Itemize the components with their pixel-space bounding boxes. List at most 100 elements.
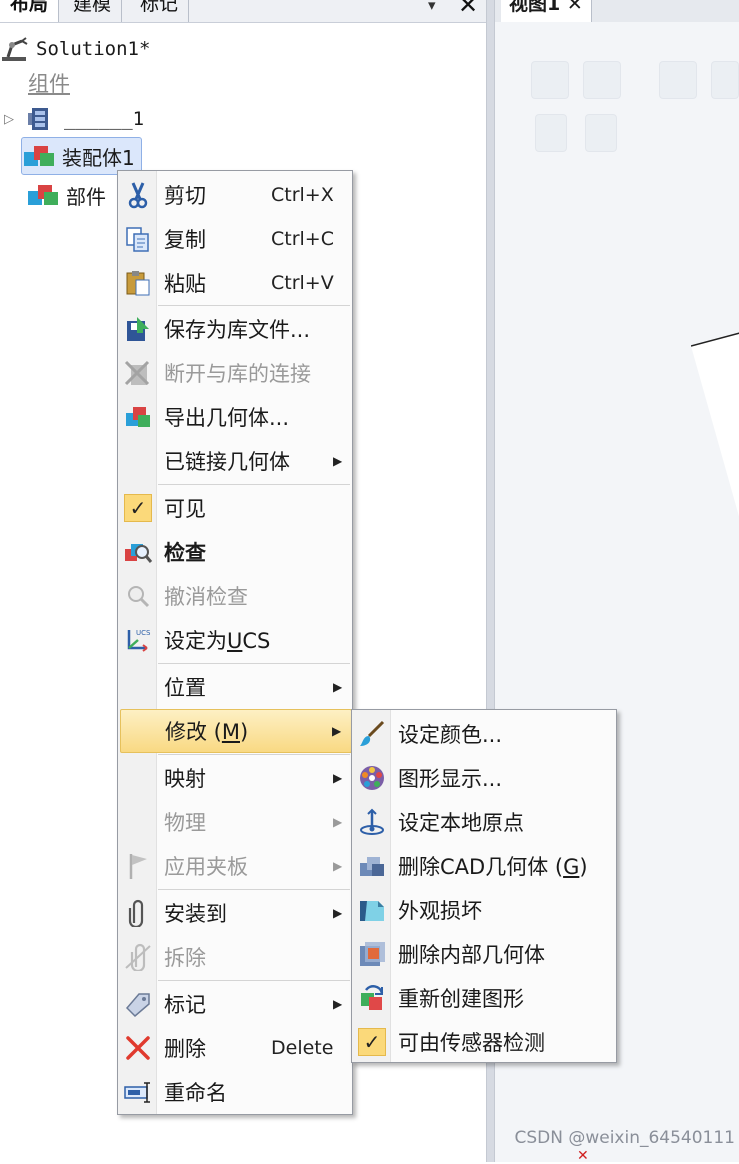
view-rotate-icon[interactable] <box>659 61 697 99</box>
assembly-cube-icon <box>24 146 54 166</box>
menu-item-position[interactable]: 位置 ▶ <box>120 665 350 709</box>
color-wheel-icon <box>356 762 388 794</box>
svg-text:UCS: UCS <box>136 629 151 637</box>
scissors-icon <box>122 179 154 211</box>
delete-cad-icon <box>356 850 388 882</box>
linked-geometry-label: 已链接几何体 <box>164 450 290 474</box>
submenu-arrow-icon: ▶ <box>333 815 343 829</box>
menu-separator <box>158 484 350 485</box>
menu-item-inspect[interactable]: 检查 <box>120 530 350 574</box>
tab-markup[interactable]: 标记 <box>130 0 190 22</box>
submenu-item-recreate-graphics[interactable]: 重新创建图形 <box>354 976 614 1020</box>
set-ucs-suffix: CS <box>242 629 271 653</box>
menu-item-export-geometry[interactable]: 导出几何体... <box>120 395 350 439</box>
appearance-damage-label: 外观损坏 <box>398 899 482 923</box>
view-select-icon[interactable] <box>531 61 569 99</box>
submenu-item-set-local-origin[interactable]: 设定本地原点 <box>354 800 614 844</box>
menu-separator <box>158 889 350 890</box>
submenu-item-graphic-display[interactable]: 图形显示... <box>354 756 614 800</box>
view-tab-close-icon[interactable]: ✕ <box>567 0 583 15</box>
tree-node-item1[interactable]: ▷ ______1 <box>4 103 144 135</box>
ucs-icon: UCS <box>122 624 154 656</box>
menu-item-mount-to[interactable]: 安装到 ▶ <box>120 891 350 935</box>
delete-cad-text: 删除CAD几何体 <box>398 855 549 879</box>
inspect-label: 检查 <box>164 541 206 565</box>
tree-node-solution[interactable]: Solution1* <box>0 33 150 65</box>
menu-item-apply-fixture: 应用夹板 ▶ <box>120 844 350 888</box>
menu-item-linked-geometry[interactable]: 已链接几何体 ▶ <box>120 439 350 483</box>
submenu-item-sensor-detectable[interactable]: ✓ 可由传感器检测 <box>354 1020 614 1064</box>
menu-item-save-library[interactable]: 保存为库文件... <box>120 307 350 351</box>
mapping-label: 映射 <box>164 767 206 791</box>
modify-paren-open: ( <box>207 720 222 744</box>
menu-item-cut[interactable]: 剪切 Ctrl+X <box>120 173 350 217</box>
tree-node-part[interactable]: 部件 <box>26 179 106 211</box>
view-tab-bar: 视图1 ✕ <box>495 0 739 22</box>
modify-label: 修改 (M) <box>165 716 248 746</box>
cut-shortcut: Ctrl+X <box>271 184 334 206</box>
paste-shortcut: Ctrl+V <box>271 272 334 294</box>
menu-item-visible[interactable]: ✓ 可见 <box>120 486 350 530</box>
watermark-text: CSDN @weixin_64540111 <box>514 1128 735 1148</box>
paste-label: 粘贴 <box>164 272 206 296</box>
export-geometry-icon <box>122 401 154 433</box>
cancel-inspect-label: 撤消检查 <box>164 585 248 609</box>
menu-separator <box>158 663 350 664</box>
delete-cad-label: 删除CAD几何体 (G) <box>398 851 588 881</box>
appearance-damage-icon <box>356 894 388 926</box>
part-cube-icon <box>28 185 58 205</box>
modify-submenu: 设定颜色... 图形显示... 设定本地原点 删除CAD几何体 (G) 外观损坏 <box>351 709 617 1063</box>
disconnect-library-label: 断开与库的连接 <box>164 362 311 386</box>
save-library-label: 保存为库文件... <box>164 318 311 342</box>
menu-item-paste[interactable]: 粘贴 Ctrl+V <box>120 261 350 305</box>
copy-shortcut: Ctrl+C <box>271 228 334 250</box>
mount-to-label: 安装到 <box>164 902 227 926</box>
menu-item-mapping[interactable]: 映射 ▶ <box>120 756 350 800</box>
item1-label: ______1 <box>64 108 145 130</box>
copy-label: 复制 <box>164 228 206 252</box>
menu-separator <box>158 305 350 306</box>
components-label: 组件 <box>28 72 70 96</box>
tree-node-components[interactable]: 组件 <box>28 67 70 99</box>
menu-item-delete[interactable]: 删除 Delete <box>120 1026 350 1070</box>
submenu-arrow-icon: ▶ <box>333 997 343 1011</box>
panel-close-icon[interactable]: ✕ <box>458 0 478 19</box>
panel-dropdown-icon[interactable]: ▾ <box>428 0 436 14</box>
menu-item-set-ucs[interactable]: UCS 设定为UCS <box>120 618 350 662</box>
delete-shortcut: Delete <box>271 1037 334 1059</box>
menu-separator <box>158 980 350 981</box>
menu-item-markup[interactable]: 标记 ▶ <box>120 982 350 1026</box>
submenu-arrow-icon: ▶ <box>333 454 343 468</box>
stop-icon[interactable] <box>585 114 617 152</box>
submenu-item-appearance-damage[interactable]: 外观损坏 <box>354 888 614 932</box>
tab-view1[interactable]: 视图1 ✕ <box>501 0 592 22</box>
submenu-item-delete-cad[interactable]: 删除CAD几何体 (G) <box>354 844 614 888</box>
view-extra-icon[interactable] <box>711 61 739 99</box>
recreate-graphics-icon <box>356 982 388 1014</box>
modify-paren-close: ) <box>240 720 249 744</box>
play-icon[interactable] <box>535 114 567 152</box>
submenu-item-set-color[interactable]: 设定颜色... <box>354 712 614 756</box>
submenu-arrow-icon: ▶ <box>333 771 343 785</box>
delete-cad-paren-open: ( <box>548 855 564 879</box>
menu-item-copy[interactable]: 复制 Ctrl+C <box>120 217 350 261</box>
tab-modeling[interactable]: 建模 <box>63 0 123 22</box>
physics-label: 物理 <box>164 811 206 835</box>
position-label: 位置 <box>164 676 206 700</box>
inspect-icon <box>122 536 154 568</box>
menu-item-modify[interactable]: 修改 (M) ▶ <box>120 709 352 753</box>
submenu-item-delete-internal[interactable]: 删除内部几何体 <box>354 932 614 976</box>
sensor-detectable-checkmark-icon: ✓ <box>356 1026 388 1058</box>
menu-separator <box>158 754 350 755</box>
detach-icon <box>122 941 154 973</box>
view-fit-icon[interactable] <box>583 61 621 99</box>
menu-item-rename[interactable]: 重命名 <box>120 1070 350 1114</box>
rename-icon <box>122 1076 154 1108</box>
cancel-inspect-icon <box>122 580 154 612</box>
markup-label: 标记 <box>164 993 206 1017</box>
expand-triangle-icon[interactable]: ▷ <box>4 112 26 127</box>
tab-layout[interactable]: 布局 <box>0 0 60 22</box>
assembly1-label: 装配体1 <box>62 145 135 170</box>
delete-cad-mnemonic: G <box>563 855 580 879</box>
set-ucs-mnemonic: U <box>227 629 243 653</box>
